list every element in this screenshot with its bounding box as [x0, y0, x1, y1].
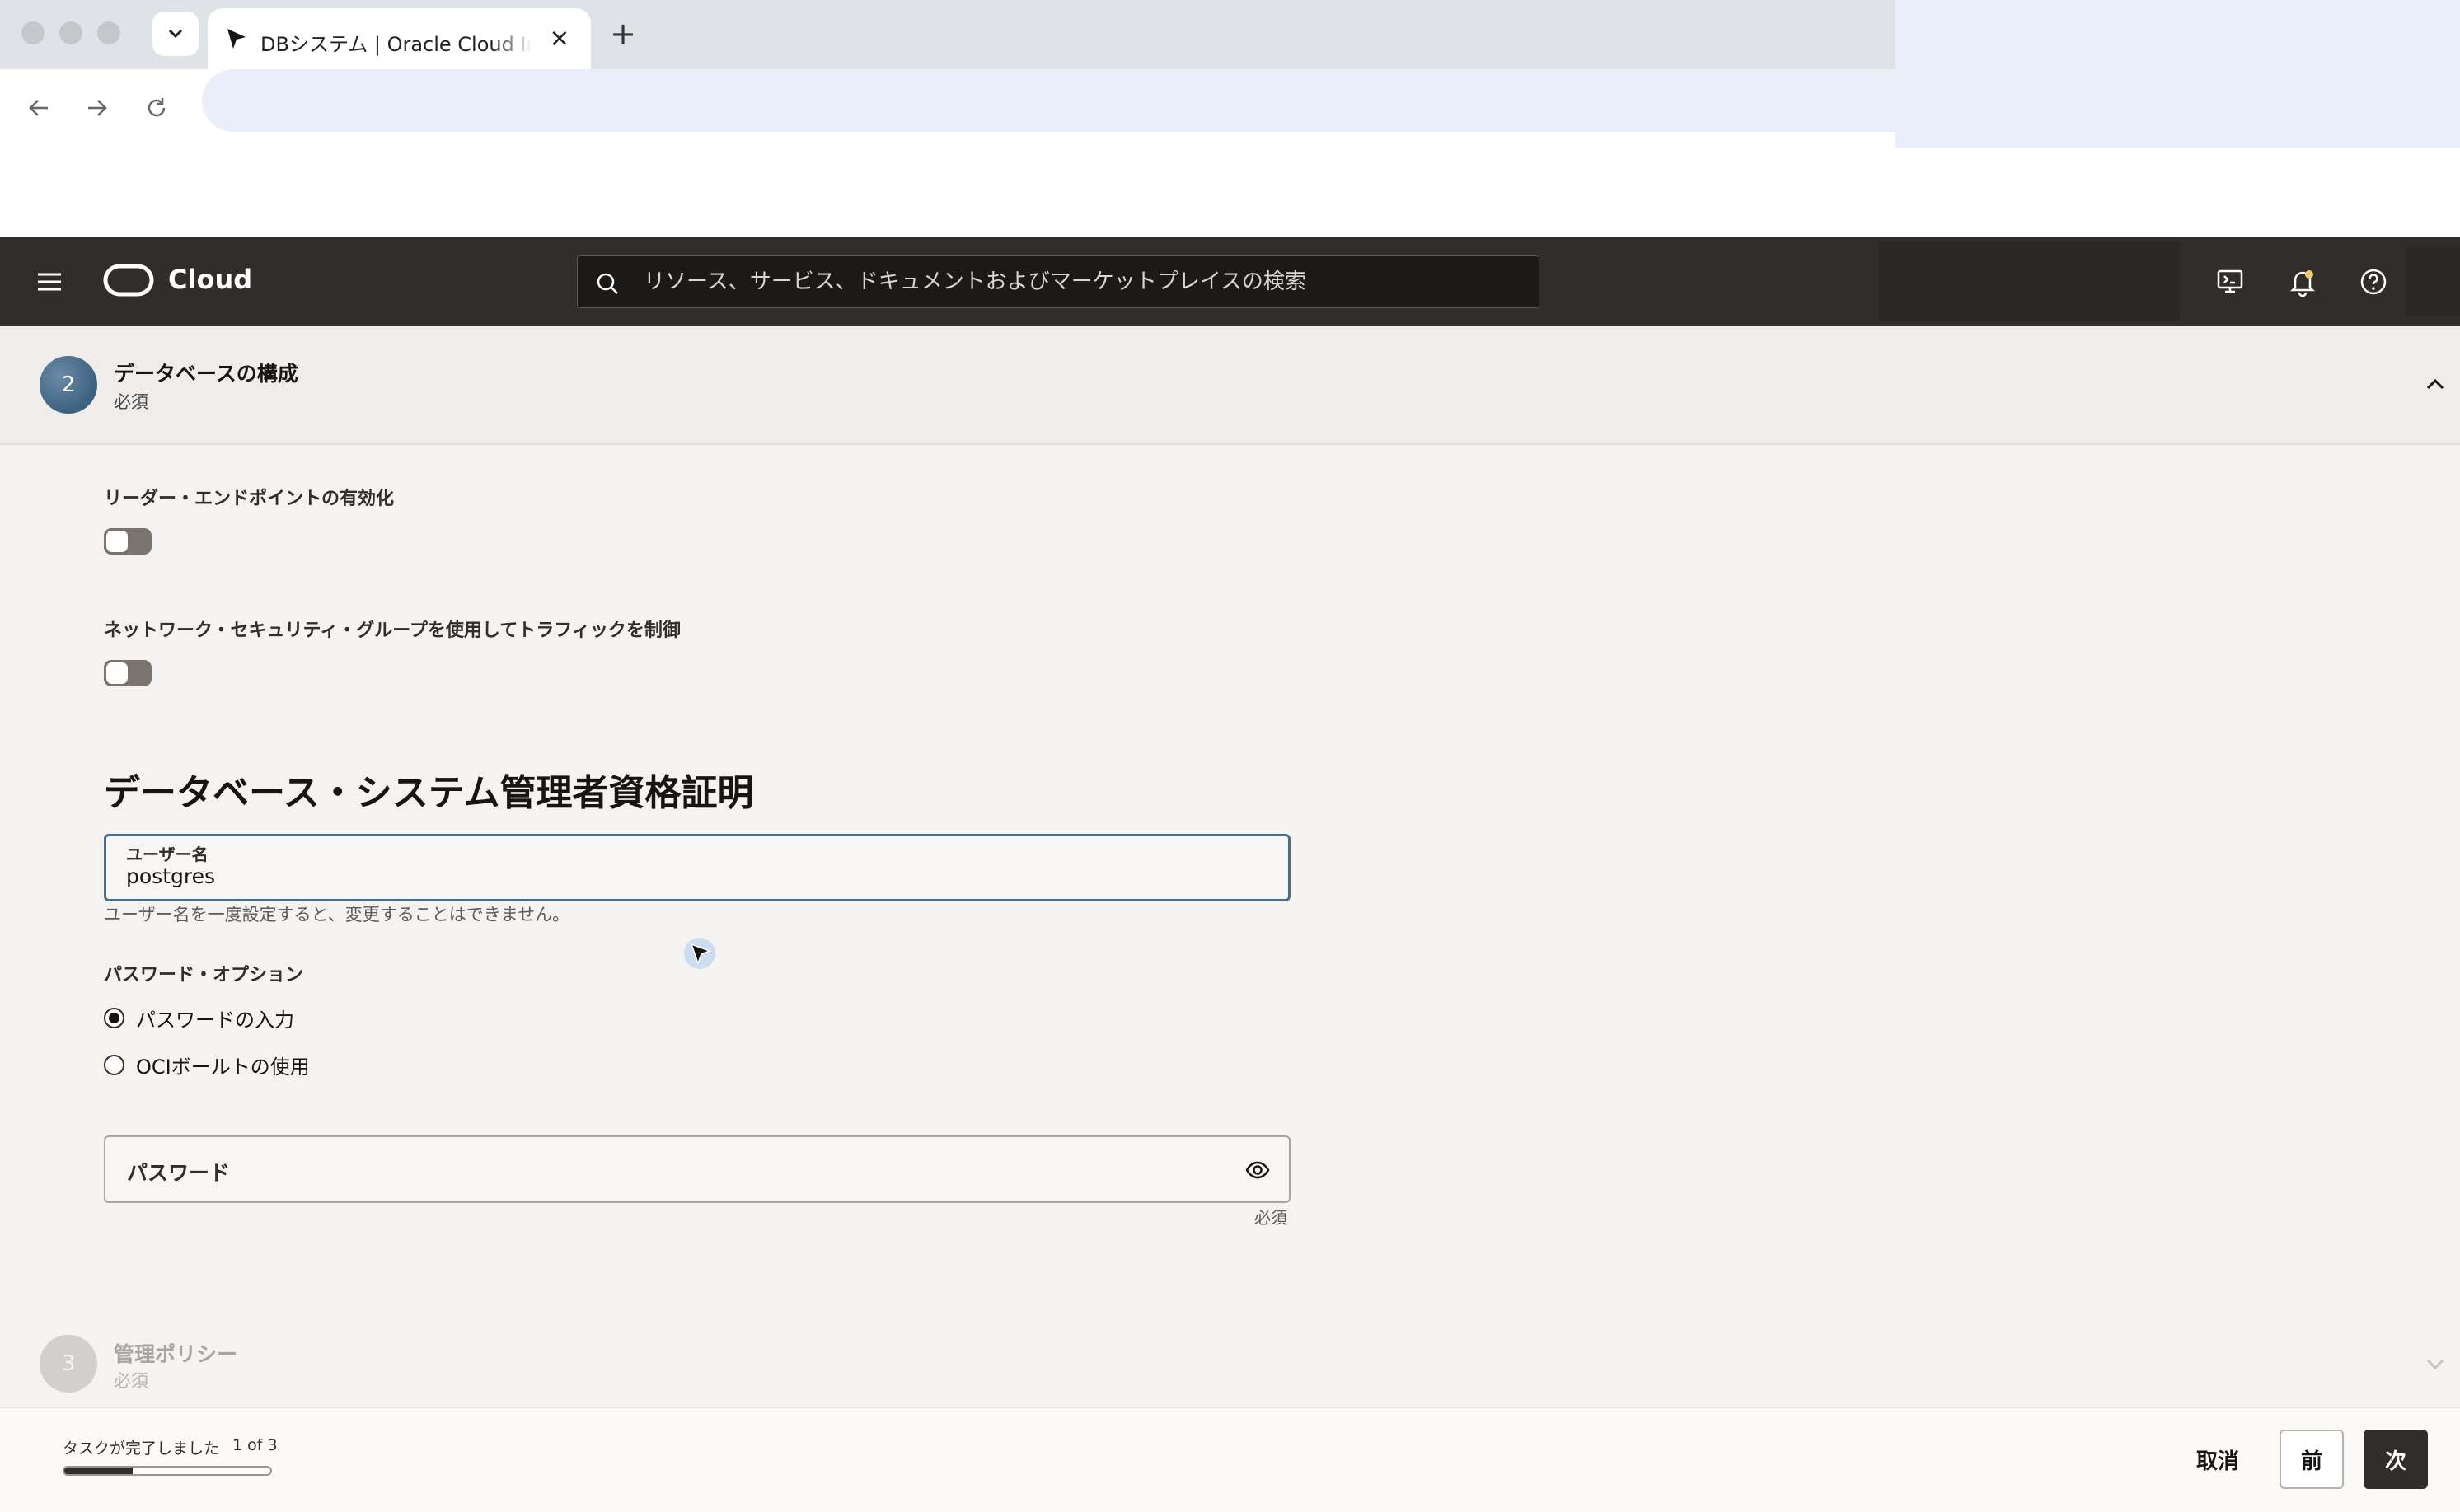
reload-icon: [148, 98, 166, 117]
wizard-footer: タスクが完了しました 1 of 3 取消 前 次: [0, 1407, 2460, 1512]
radio-label: パスワードの入力: [136, 1008, 294, 1032]
window-close-dot[interactable]: [21, 21, 45, 44]
forward-button[interactable]: [80, 91, 115, 125]
previous-button[interactable]: 前: [2280, 1430, 2344, 1489]
mouse-cursor-icon: [684, 938, 715, 969]
chevron-down-icon: [168, 29, 183, 39]
profile-area[interactable]: [2406, 247, 2460, 316]
nsg-label: ネットワーク・セキュリティ・グループを使用してトラフィックを制御: [104, 620, 681, 641]
password-field[interactable]: パスワード: [104, 1135, 1291, 1203]
progress-text: タスクが完了しました: [63, 1439, 220, 1458]
password-options-label: パスワード・オプション: [104, 965, 304, 985]
password-required-text: 必須: [1254, 1208, 1287, 1228]
new-tab-button[interactable]: +: [606, 16, 640, 51]
radio-button[interactable]: [104, 1054, 124, 1075]
reload-button[interactable]: [139, 91, 174, 125]
step-3-title[interactable]: 管理ポリシー: [114, 1338, 237, 1368]
step-2-header[interactable]: 2 データベースの構成 必須: [0, 326, 2460, 445]
oci-top-header: Cloud: [0, 237, 2460, 326]
step-2-title: データベースの構成: [114, 362, 298, 386]
reader-endpoint-label: リーダー・エンドポイントの有効化: [104, 489, 395, 509]
radio-button[interactable]: [104, 1007, 124, 1028]
arrow-right-icon: [88, 100, 107, 116]
eye-icon[interactable]: [1244, 1157, 1271, 1183]
region-selector[interactable]: [1879, 242, 2180, 321]
global-search[interactable]: [577, 255, 1539, 308]
progress-bar: [63, 1466, 272, 1476]
window-minimize-dot[interactable]: [59, 21, 82, 44]
bell-icon: [2289, 270, 2316, 297]
cloud-shell-icon: [2217, 269, 2243, 293]
step-2-number: 2: [40, 356, 97, 414]
browser-tab[interactable]: DBシステム | Oracle Cloud Infr ×: [208, 8, 591, 69]
page-top-spacer: [0, 148, 2460, 237]
progress-fill: [64, 1468, 133, 1474]
brand-label[interactable]: Cloud: [168, 264, 252, 295]
step-3-subtitle: 必須: [114, 1371, 148, 1391]
oracle-logo-icon[interactable]: [103, 264, 154, 297]
back-button[interactable]: [21, 91, 56, 125]
browser-chrome-extension-area: [1895, 0, 2460, 148]
browser-nav-bar: [0, 69, 1895, 148]
address-bar[interactable]: [202, 69, 1895, 132]
help-icon: [2360, 269, 2387, 295]
radio-oci-vault[interactable]: OCIボールトの使用: [104, 1051, 310, 1079]
tab-close-icon[interactable]: ×: [547, 26, 572, 51]
chevron-up-icon[interactable]: [2423, 372, 2448, 397]
radio-label: OCIボールトの使用: [136, 1055, 310, 1079]
step-2-subtitle: 必須: [114, 392, 148, 412]
cloud-shell-button[interactable]: [2210, 262, 2250, 302]
tab-list-button[interactable]: [152, 12, 199, 56]
nsg-toggle[interactable]: [104, 660, 152, 686]
hamburger-menu-icon[interactable]: [31, 264, 68, 300]
window-zoom-dot[interactable]: [97, 21, 120, 44]
help-button[interactable]: [2354, 262, 2393, 302]
tab-title: DBシステム | Oracle Cloud Infr: [260, 33, 532, 56]
step-3-number: 3: [40, 1335, 97, 1393]
toggle-knob: [106, 531, 128, 552]
radio-enter-password[interactable]: パスワードの入力: [104, 1004, 294, 1032]
next-button[interactable]: 次: [2364, 1430, 2428, 1489]
username-label: ユーザー名: [126, 845, 209, 864]
notifications-button[interactable]: [2283, 262, 2322, 302]
search-input[interactable]: [642, 256, 1524, 307]
progress-count: 1 of 3: [232, 1436, 278, 1454]
username-help-text: ユーザー名を一度設定すると、変更することはできません。: [104, 905, 570, 925]
cancel-button[interactable]: 取消: [2172, 1430, 2263, 1489]
oracle-arrow-favicon-icon: [227, 29, 246, 49]
section-heading: データベース・システム管理者資格証明: [104, 772, 754, 814]
arrow-left-icon: [29, 100, 48, 116]
search-icon: [597, 273, 618, 294]
chevron-down-icon[interactable]: [2423, 1351, 2448, 1376]
reader-endpoint-toggle[interactable]: [104, 528, 152, 555]
password-label: パスワード: [127, 1161, 231, 1185]
toggle-knob: [106, 662, 128, 684]
browser-tab-bar: DBシステム | Oracle Cloud Infr × +: [0, 0, 1895, 69]
username-value[interactable]: postgres: [126, 864, 215, 888]
username-field[interactable]: ユーザー名 postgres: [104, 834, 1291, 901]
